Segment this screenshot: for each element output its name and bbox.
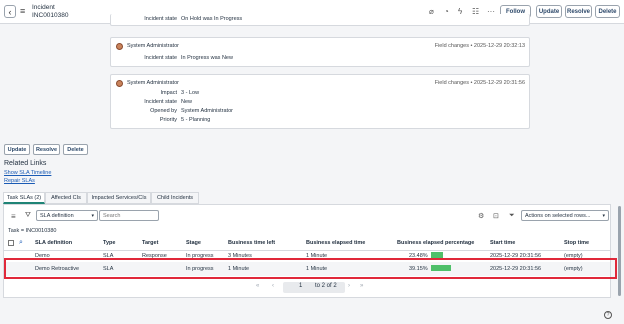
field-label: Impact — [160, 90, 177, 96]
column-header[interactable]: Stage — [186, 240, 201, 246]
activity-entry: Incident state On Hold was In Progress — [110, 14, 530, 26]
back-button[interactable]: ‹ — [4, 5, 16, 18]
tab-child-incidents[interactable]: Child Incidents — [151, 192, 199, 204]
activity-entry: System Administrator Field changes • 202… — [110, 74, 530, 129]
column-header[interactable]: Type — [103, 240, 115, 246]
related-links-title: Related Links — [4, 160, 47, 167]
update-button[interactable]: Update — [536, 5, 562, 18]
scrollbar-thumb[interactable] — [618, 206, 621, 296]
last-page-button[interactable]: » — [360, 283, 363, 289]
chevron-down-icon: ▾ — [602, 212, 605, 219]
list-menu-icon[interactable]: ≡ — [11, 212, 16, 221]
search-field-select[interactable]: SLA definition ▾ — [36, 210, 98, 221]
actions-label: Actions on selected rows... — [525, 212, 591, 219]
field-value: New — [181, 99, 193, 105]
field-label: Incident state — [144, 16, 177, 22]
search-placeholder: Search — [103, 212, 121, 219]
row-highlight — [4, 258, 617, 279]
field-label: Incident state — [144, 55, 177, 61]
resolve-button[interactable]: Resolve — [565, 5, 592, 18]
field-label: Opened by — [150, 108, 177, 114]
column-header[interactable]: Business time left — [228, 240, 275, 246]
actions-select[interactable]: Actions on selected rows... ▾ — [521, 210, 609, 221]
prev-page-button[interactable]: ‹ — [272, 283, 274, 289]
avatar — [116, 43, 123, 50]
show-sla-timeline-link[interactable]: Show SLA Timeline — [4, 170, 51, 176]
hamburger-menu-icon[interactable]: ≡ — [20, 6, 25, 16]
form-resolve-button[interactable]: Resolve — [33, 144, 60, 155]
task-slas-list: ≡ ⛛ SLA definition ▾ Search ⚙ ⊡ ⏷ Action… — [3, 204, 611, 298]
activity-author[interactable]: System Administrator — [127, 80, 179, 86]
activity-entry: System Administrator Field changes • 202… — [110, 37, 530, 67]
search-field-value: SLA definition — [40, 212, 74, 219]
field-label: Priority — [159, 117, 177, 123]
column-header[interactable]: Target — [142, 240, 158, 246]
tab-task-slas[interactable]: Task SLAs (2) — [3, 192, 45, 204]
field-value: In Progress was New — [181, 55, 233, 61]
scrollbar[interactable] — [616, 26, 624, 324]
chevron-down-icon: ▾ — [91, 212, 94, 219]
activity-author[interactable]: System Administrator — [127, 43, 179, 49]
column-header[interactable]: Start time — [490, 240, 515, 246]
settings-icon[interactable]: ⚙ — [478, 212, 484, 220]
help-icon[interactable]: ? — [604, 311, 612, 319]
refresh-icon[interactable]: ⊡ — [493, 212, 499, 220]
filter-icon[interactable]: ⛛ — [25, 212, 31, 220]
search-icon[interactable]: ⌕ — [19, 239, 23, 247]
activity-meta: Field changes • 2025-12-29 20:31:56 — [434, 80, 525, 86]
tab-impacted-services[interactable]: Impacted Services/CIs — [87, 192, 151, 204]
page-number[interactable]: 1 — [299, 283, 302, 289]
avatar — [116, 80, 123, 87]
field-value: System Administrator — [181, 108, 233, 114]
funnel-icon[interactable]: ⏷ — [509, 212, 515, 220]
repair-slas-link[interactable]: Repair SLAs — [4, 178, 35, 184]
field-value: On Hold was In Progress — [181, 16, 243, 22]
first-page-button[interactable]: « — [256, 283, 259, 289]
select-all-checkbox[interactable] — [8, 240, 14, 246]
search-input[interactable]: Search — [99, 210, 159, 221]
field-value: 3 - Low — [181, 90, 200, 96]
column-header[interactable]: SLA definition — [35, 240, 72, 246]
column-header[interactable]: Business elapsed time — [306, 240, 365, 246]
record-type: Incident — [32, 4, 55, 11]
form-delete-button[interactable]: Delete — [63, 144, 88, 155]
header-divider — [4, 250, 610, 251]
next-page-button[interactable]: › — [348, 283, 350, 289]
column-header[interactable]: Business elapsed percentage — [397, 240, 474, 246]
chevron-left-icon: ‹ — [8, 6, 12, 17]
field-label: Incident state — [144, 99, 177, 105]
page-range: to 2 of 2 — [315, 283, 337, 289]
record-number: INC0010380 — [32, 12, 69, 19]
field-value: 5 - Planning — [181, 117, 211, 123]
tab-affected-cis[interactable]: Affected CIs — [45, 192, 87, 204]
form-update-button[interactable]: Update — [4, 144, 30, 155]
breadcrumb[interactable]: Task = INC0010380 — [8, 228, 56, 234]
delete-button[interactable]: Delete — [595, 5, 620, 18]
column-header[interactable]: Stop time — [564, 240, 589, 246]
activity-meta: Field changes • 2025-12-29 20:32:13 — [434, 43, 525, 49]
